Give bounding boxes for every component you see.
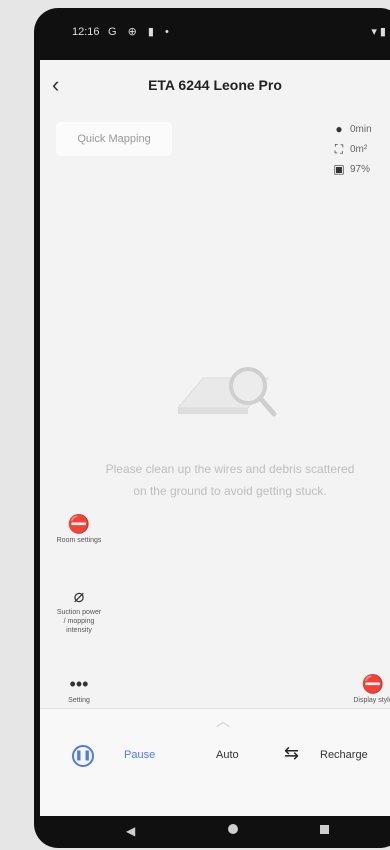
app-screen: ‹ ETA 6244 Leone Pro Quick Mapping ● 0mi… [40, 60, 390, 816]
search-illustration-icon [176, 367, 277, 417]
nav-recents-icon[interactable] [320, 825, 329, 834]
recharge-button[interactable]: Recharge [320, 749, 368, 761]
display-style-button[interactable]: ⛔ Display style [350, 672, 390, 705]
header: ‹ ETA 6244 Leone Pro [40, 60, 390, 110]
status-icons-left: G ⊕ ▮ • [108, 26, 173, 38]
leaf-icon: ⌀ [73, 586, 85, 606]
stat-battery-value: 97% [350, 163, 371, 175]
auto-button[interactable]: Auto [216, 749, 239, 761]
setting-label: Setting [68, 697, 90, 704]
stat-battery: ▣ 97% [332, 162, 370, 176]
room-settings-label: Room settings [56, 537, 102, 544]
battery-icon: ▣ [333, 162, 345, 176]
pause-button[interactable]: Pause [124, 749, 155, 761]
stat-time-value: 0min [350, 123, 372, 135]
status-bar: 12:16 G ⊕ ▮ • ▾ ▮ [40, 22, 390, 46]
stat-area-value: 0m² [350, 144, 368, 155]
android-nav-bar: ◀ [40, 816, 390, 848]
recharge-icon[interactable]: ⇆ [284, 743, 299, 764]
nav-home-icon[interactable] [228, 824, 238, 834]
status-time: 12:16 [72, 26, 100, 38]
stat-time: ● 0min [332, 122, 372, 136]
hint-message: Please clean up the wires and debris sca… [105, 462, 355, 498]
room-settings-button[interactable]: ⛔ Room settings [56, 512, 102, 545]
room-settings-icon: ⛔ [67, 514, 91, 534]
pause-icon[interactable]: ❚❚ [72, 745, 94, 767]
bottom-control-bar: ︿ ❚❚ Pause Auto ⇆ Recharge [40, 708, 390, 816]
stat-area: ⛶ 0m² [332, 142, 367, 157]
chevron-up-icon[interactable]: ︿ [216, 711, 230, 731]
clock-icon: ● [335, 122, 343, 136]
more-icon: ••• [69, 674, 89, 694]
quick-mapping-button[interactable]: Quick Mapping [56, 122, 172, 156]
suction-power-label: Suction power / mopping intensity [56, 609, 102, 634]
display-style-label: Display style [353, 697, 390, 704]
setting-button[interactable]: ••• Setting [56, 672, 102, 705]
nav-back-icon[interactable]: ◀ [126, 824, 135, 838]
display-style-icon: ⛔ [361, 674, 385, 694]
area-icon: ⛶ [334, 142, 344, 156]
status-icons-right: ▾ ▮ [371, 26, 386, 38]
page-title: ETA 6244 Leone Pro [148, 77, 282, 93]
suction-power-button[interactable]: ⌀ Suction power / mopping intensity [56, 584, 102, 635]
